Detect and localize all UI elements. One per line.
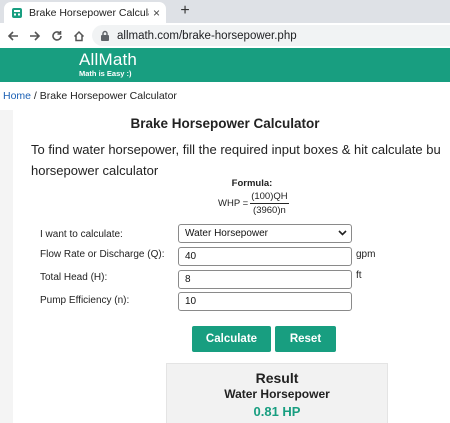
forward-arrow-icon[interactable] xyxy=(24,25,46,47)
formula-fraction: (100)QH (3960)n xyxy=(250,191,289,216)
calculate-select[interactable]: Water Horsepower xyxy=(178,224,352,243)
browser-tab[interactable]: Brake Horsepower Calculator – C × xyxy=(4,2,166,23)
pump-efficiency-label: Pump Efficiency (n): xyxy=(40,295,130,306)
breadcrumb-home-link[interactable]: Home xyxy=(3,90,31,102)
breadcrumb: Home / Brake Horsepower Calculator xyxy=(3,90,177,102)
intro-line-1: To find water horsepower, fill the requi… xyxy=(31,142,441,157)
calculator-favicon-icon xyxy=(10,6,23,19)
total-head-unit: ft xyxy=(356,270,362,281)
formula: WHP = (100)QH (3960)n xyxy=(218,191,289,216)
formula-denominator: (3960)n xyxy=(253,205,286,216)
address-bar[interactable]: allmath.com/brake-horsepower.php xyxy=(92,25,450,46)
chevron-down-icon xyxy=(338,228,347,239)
formula-label: Formula: xyxy=(231,178,273,189)
home-icon[interactable] xyxy=(68,25,90,47)
result-value: 0.81 HP xyxy=(253,404,301,419)
calculate-label: I want to calculate: xyxy=(40,229,123,240)
site-header: AllMath Math is Easy :) xyxy=(0,48,450,82)
calculator-title: Brake Horsepower Calculator xyxy=(130,116,320,131)
lock-icon xyxy=(100,30,110,42)
url-text: allmath.com/brake-horsepower.php xyxy=(117,29,297,42)
site-logo[interactable]: AllMath xyxy=(79,50,137,70)
total-head-input[interactable]: 8 xyxy=(178,270,352,289)
formula-lhs: WHP = xyxy=(218,198,249,209)
flow-rate-unit: gpm xyxy=(356,249,376,260)
calculate-select-value: Water Horsepower xyxy=(185,228,268,239)
breadcrumb-separator: / xyxy=(31,90,40,102)
pump-efficiency-input[interactable]: 10 xyxy=(178,292,352,311)
reload-icon[interactable] xyxy=(46,25,68,47)
flow-rate-label: Flow Rate or Discharge (Q): xyxy=(40,249,165,260)
back-arrow-icon[interactable] xyxy=(2,25,24,47)
tab-close-icon[interactable]: × xyxy=(153,7,160,19)
breadcrumb-current: Brake Horsepower Calculator xyxy=(39,90,177,102)
flow-rate-input[interactable]: 40 xyxy=(178,247,352,266)
result-title: Result xyxy=(255,370,299,386)
formula-numerator: (100)QH xyxy=(250,191,289,204)
result-subtitle: Water Horsepower xyxy=(224,387,330,401)
calculator-intro: To find water horsepower, fill the requi… xyxy=(31,139,450,181)
site-tagline: Math is Easy :) xyxy=(79,69,132,78)
browser-toolbar: allmath.com/brake-horsepower.php xyxy=(0,23,450,48)
browser-tab-bar: Brake Horsepower Calculator – C × + xyxy=(0,0,450,23)
reset-button[interactable]: Reset xyxy=(275,326,336,352)
new-tab-button[interactable]: + xyxy=(176,2,194,20)
calculate-button[interactable]: Calculate xyxy=(192,326,271,352)
tab-title: Brake Horsepower Calculator – C xyxy=(29,6,149,19)
total-head-label: Total Head (H): xyxy=(40,272,108,283)
